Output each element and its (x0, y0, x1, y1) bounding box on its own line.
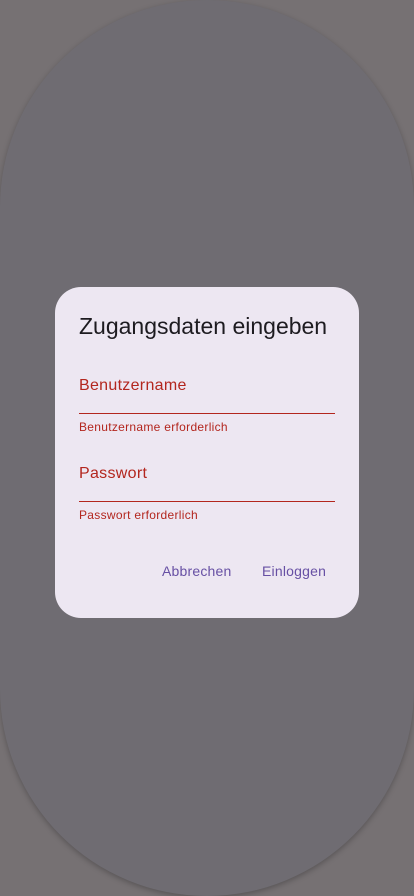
password-input[interactable] (79, 463, 335, 501)
cancel-button[interactable]: Abbrechen (162, 559, 232, 583)
login-dialog: Zugangsdaten eingeben Benutzername Benut… (55, 287, 359, 618)
username-underline (79, 413, 335, 414)
login-button[interactable]: Einloggen (262, 559, 326, 583)
password-underline (79, 501, 335, 502)
username-input[interactable] (79, 375, 335, 413)
dialog-title: Zugangsdaten eingeben (79, 313, 328, 339)
password-error-text: Passwort erforderlich (79, 508, 199, 522)
username-error-text: Benutzername erforderlich (79, 420, 228, 434)
